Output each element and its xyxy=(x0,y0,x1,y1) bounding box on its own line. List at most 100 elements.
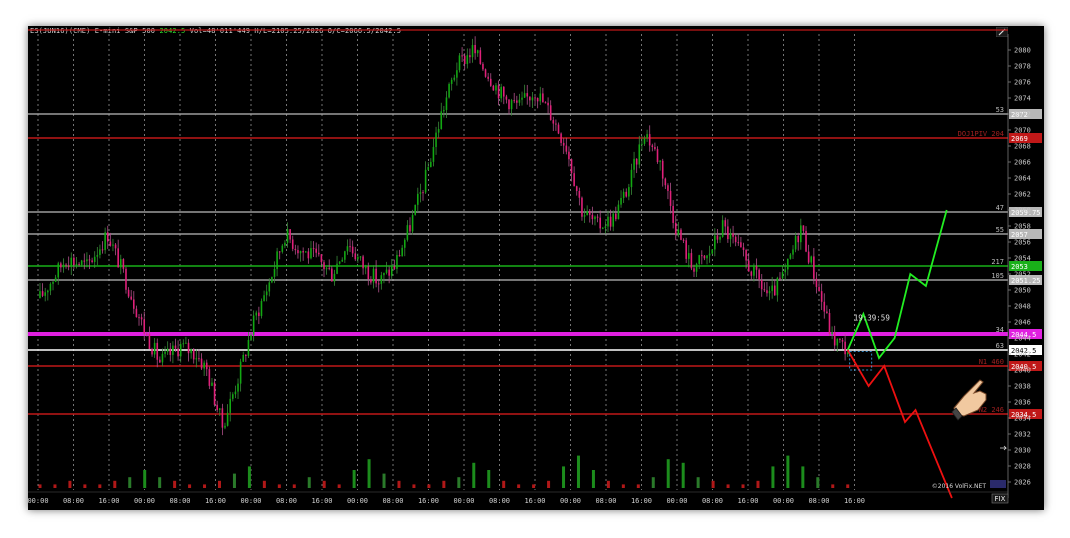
candle-body xyxy=(331,268,333,282)
candle-body xyxy=(364,266,367,269)
candle-body xyxy=(781,272,784,279)
x-tick-label: 08:00 xyxy=(702,497,723,505)
candle-body xyxy=(255,312,258,316)
candle-body xyxy=(385,269,388,273)
x-tick-label: 16:00 xyxy=(524,497,545,505)
volume-bar xyxy=(217,480,221,488)
candle-body xyxy=(325,267,328,270)
candle-body xyxy=(638,144,641,165)
candle-body xyxy=(216,404,218,410)
candle-body xyxy=(375,268,377,284)
candle-body xyxy=(289,229,291,240)
candle-body xyxy=(654,147,656,150)
candle-body xyxy=(500,86,502,99)
candle-body xyxy=(776,277,779,296)
candle-body xyxy=(607,216,609,227)
candle-body xyxy=(57,263,60,278)
candle-body xyxy=(109,241,112,246)
volume-bar xyxy=(203,484,207,488)
candle-body xyxy=(664,178,667,186)
candle-body xyxy=(294,248,297,251)
candle-body xyxy=(844,341,846,355)
x-tick-label: 16:00 xyxy=(205,497,226,505)
candle-body xyxy=(596,216,599,218)
candle-body xyxy=(135,308,138,318)
candle-body xyxy=(456,70,458,78)
volume-bar xyxy=(666,459,670,488)
candle-body xyxy=(557,124,560,134)
candle-body xyxy=(659,160,661,163)
candle-body xyxy=(190,349,192,354)
candle-body xyxy=(779,277,781,279)
candle-body xyxy=(622,191,625,198)
candle-body xyxy=(737,242,740,244)
y-tick-label: 2062 xyxy=(1014,191,1031,199)
candle-body xyxy=(406,225,409,240)
candle-body xyxy=(80,260,83,265)
volume-bar xyxy=(307,477,311,488)
candle-body xyxy=(302,251,304,253)
volume-bar xyxy=(53,484,57,488)
candle-body xyxy=(133,299,135,309)
volume-bar xyxy=(502,480,506,488)
candle-body xyxy=(336,263,338,274)
candle-body xyxy=(242,354,245,362)
candle-body xyxy=(813,256,815,279)
candle-body xyxy=(208,369,211,386)
level-label: N2 246 xyxy=(979,406,1004,414)
candle-body xyxy=(677,229,680,235)
candle-body xyxy=(166,348,169,352)
candle-body xyxy=(448,83,450,98)
candle-body xyxy=(156,342,159,360)
candle-body xyxy=(130,296,132,300)
candle-body xyxy=(187,342,190,354)
volume-bar xyxy=(726,484,730,488)
candle-body xyxy=(101,249,104,251)
candle-body xyxy=(711,249,714,254)
candle-body xyxy=(656,149,659,163)
y-tick-label: 2042 xyxy=(1014,351,1031,359)
candle-body xyxy=(529,96,531,101)
candle-body xyxy=(693,268,695,272)
volume-bar xyxy=(128,477,132,488)
candle-body xyxy=(594,216,596,220)
y-tick-label: 2064 xyxy=(1014,175,1031,183)
candle-body xyxy=(164,351,166,354)
candle-body xyxy=(62,264,65,268)
candle-body xyxy=(599,217,601,229)
candle-body xyxy=(367,266,370,280)
volume-button-box xyxy=(990,480,1006,488)
candle-body xyxy=(229,398,232,413)
level-label: 63 xyxy=(996,342,1004,350)
candle-body xyxy=(549,105,552,121)
candle-body xyxy=(680,229,682,240)
candle-body xyxy=(78,263,80,265)
candle-body xyxy=(502,86,505,97)
candle-body xyxy=(786,258,789,270)
volume-bar xyxy=(98,484,102,488)
volume-bar xyxy=(696,477,700,488)
candle-body xyxy=(818,286,820,292)
candle-body xyxy=(763,289,766,291)
candle-body xyxy=(398,255,401,257)
volume-bar xyxy=(158,477,162,488)
candle-body xyxy=(91,260,93,262)
candle-body xyxy=(281,245,284,252)
candle-body xyxy=(354,253,357,260)
candle-body xyxy=(39,291,41,298)
candle-body xyxy=(839,338,841,340)
candle-body xyxy=(633,158,635,170)
candle-body xyxy=(427,167,430,170)
candle-body xyxy=(568,151,570,160)
candle-body xyxy=(177,348,179,357)
y-tick-label: 2058 xyxy=(1014,223,1031,231)
candlestick-chart[interactable]: 532072DOJ1PIV 2042069472059.755520572172… xyxy=(28,26,1044,510)
candle-body xyxy=(96,254,99,257)
candle-body xyxy=(83,260,86,262)
candle-body xyxy=(690,253,693,269)
y-tick-label: 2048 xyxy=(1014,303,1031,311)
candle-body xyxy=(766,290,768,294)
y-tick-label: 2028 xyxy=(1014,463,1031,471)
x-tick-label: 08:00 xyxy=(276,497,297,505)
candle-body xyxy=(463,55,466,65)
